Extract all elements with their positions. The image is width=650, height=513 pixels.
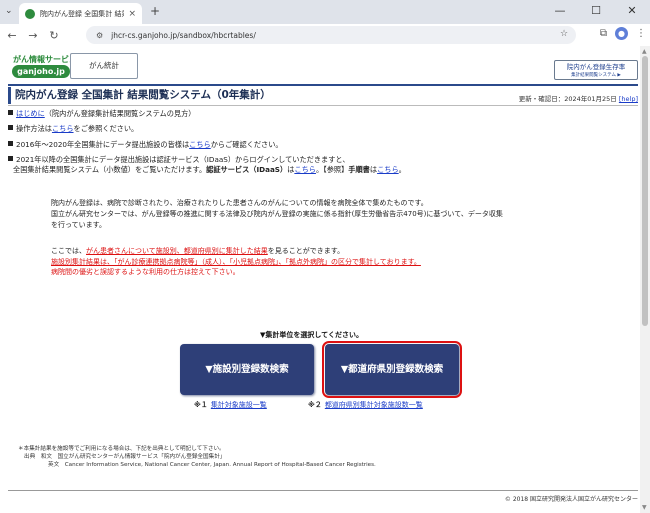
tab-search-icon[interactable]: ⌄ — [5, 6, 13, 16]
browser-toolbar: ← → ↻ ⚙ jhcr-cs.ganjoho.jp/sandbox/hbcrt… — [0, 24, 650, 46]
intro-line: 院内がん登録は、病院で診断されたり、治療されたりした患者さんのがんについての情報… — [51, 199, 428, 207]
back-icon[interactable]: ← — [3, 29, 21, 42]
bullet-text: をご参照ください。 — [73, 124, 139, 133]
note-number: ※２ — [308, 401, 322, 409]
copyright: © 2018 国立研究開発法人国立がん研究センター — [504, 496, 638, 503]
help-link[interactable]: [help] — [619, 95, 638, 103]
notice-text-part: ここでは、 — [51, 247, 86, 255]
bullet-text: 2016年～2020年全国集計にデータ提出施設の皆様は — [16, 140, 190, 149]
scroll-down-icon[interactable]: ▼ — [642, 504, 647, 511]
web-page: がん情報サービス ganjoho.jp がん統計 院内がん登録生存率 集計結果閲… — [0, 46, 650, 513]
note-number: ※１ — [194, 401, 208, 409]
operation-link[interactable]: こちら — [52, 124, 74, 133]
bullet-square-icon — [8, 125, 13, 130]
page-scrollbar[interactable]: ▲ ▼ — [640, 46, 650, 513]
prefecture-search-button[interactable]: ▼都道府県別登録数検索 — [322, 341, 462, 398]
bullet-2016-2020: 2016年～2020年全国集計にデータ提出施設の皆様はこちらからご確認ください。 — [8, 140, 283, 150]
bullet-text: （院内がん登録集計結果閲覧システムの見方） — [44, 109, 196, 118]
bullet-text: 。【参照】 — [315, 165, 349, 174]
intro-line: を行っています。 — [51, 221, 106, 229]
title-divider — [8, 105, 638, 106]
data-facility-link[interactable]: こちら — [189, 140, 211, 149]
bullet-text: 2021年以降の全国集計にデータ提出施設は認証サービス（IDaaS）からログイン… — [16, 155, 350, 164]
bullet-intro: はじめに（院内がん登録集計結果閲覧システムの見方） — [8, 109, 196, 119]
scrollbar-thumb[interactable] — [642, 56, 648, 326]
intro-line: 国立がん研究センターでは、がん登録等の推進に関する法律及び院内がん登録の実施に係… — [51, 210, 503, 218]
notice-text: ここでは、がん患者さんについて施設別、都道府県別に集計した結果を見ることができま… — [51, 246, 421, 278]
survival-rate-button-sublabel: 集計結果閲覧システム ▶ — [571, 73, 621, 78]
prefecture-list-link[interactable]: 都道府県別集計対象施設数一覧 — [325, 401, 423, 409]
site-logo-caption[interactable]: がん情報サービス — [13, 54, 77, 65]
bookmark-star-icon[interactable]: ☆ — [560, 29, 568, 39]
forward-icon[interactable]: → — [24, 29, 42, 42]
browser-tab[interactable]: 院内がん登録 全国集計 結果閲覧 × — [19, 3, 142, 24]
new-tab-button[interactable]: + — [150, 4, 160, 18]
menu-kebab-icon[interactable]: ⋮ — [636, 28, 646, 39]
update-date: 更新・確認日：2024年01月25日 [help] — [519, 93, 638, 103]
url-text: jhcr-cs.ganjoho.jp/sandbox/hbcrtables/ — [111, 30, 256, 40]
update-date-text: 更新・確認日：2024年01月25日 — [518, 95, 617, 103]
bullet-text: 操作方法は — [16, 124, 52, 133]
facility-list-link[interactable]: 集計対象施設一覧 — [211, 401, 267, 409]
citation-footnote: ＊本集計結果を施設等でご利用になる場合は、下記を出典として明記して下さい。 出典… — [18, 445, 376, 470]
facility-list-note: ※１ 集計対象施設一覧 — [194, 400, 267, 410]
favicon-icon — [25, 8, 35, 19]
manual-label: 手順書 — [348, 165, 370, 174]
profile-avatar-icon[interactable]: ● — [615, 27, 628, 40]
bullet-2021: 2021年以降の全国集計にデータ提出施設は認証サービス（IDaaS）からログイン… — [8, 155, 350, 165]
tab-close-icon[interactable]: × — [128, 9, 136, 19]
footnote-line: 出典 和文 国立がん研究センターがん情報サービス「院内がん登録全国集計」 — [24, 454, 226, 461]
header-divider — [8, 84, 638, 86]
footnote-line: ＊本集計結果を施設等でご利用になる場合は、下記を出典として明記して下さい。 — [18, 446, 225, 452]
prefecture-list-note: ※２ 都道府県別集計対象施設数一覧 — [308, 400, 423, 410]
window-controls: — ☐ ✕ — [542, 0, 650, 24]
address-bar[interactable]: ⚙ jhcr-cs.ganjoho.jp/sandbox/hbcrtables/ — [86, 26, 576, 44]
close-window-button[interactable]: ✕ — [614, 0, 650, 24]
bullet-operation: 操作方法はこちらをご参照ください。 — [8, 124, 138, 134]
intro-link[interactable]: はじめに — [16, 109, 45, 118]
bullet-square-icon — [8, 156, 13, 161]
site-logo[interactable]: ganjoho.jp — [12, 65, 70, 78]
bullet-text: からご確認ください。 — [210, 140, 283, 149]
cancer-statistics-button[interactable]: がん統計 — [70, 53, 138, 79]
bullet-text: 全国集計結果閲覧システム（小数値）をご覧いただけます。 — [13, 165, 207, 174]
footer-divider — [8, 490, 638, 491]
selection-caption: ▼集計単位を選択してください。 — [260, 331, 363, 339]
minimize-button[interactable]: — — [542, 0, 578, 24]
notice-text-part: を見ることができます。 — [267, 247, 345, 255]
notice-line: 病院間の優劣と誤認するような利用の仕方は控えて下さい。 — [51, 268, 240, 276]
extensions-icon[interactable]: ⧉ — [600, 28, 607, 39]
scroll-up-icon[interactable]: ▲ — [642, 48, 647, 55]
maximize-button[interactable]: ☐ — [578, 0, 614, 24]
survival-rate-system-button[interactable]: 院内がん登録生存率 集計結果閲覧システム ▶ — [554, 60, 638, 80]
site-info-icon[interactable]: ⚙ — [96, 31, 103, 40]
idaas-label: 認証サービス（IDaaS） — [206, 165, 288, 174]
bullet-text: 。 — [398, 165, 406, 174]
bullet-square-icon — [8, 141, 13, 146]
intro-text: 院内がん登録は、病院で診断されたり、治療されたりした患者さんのがんについての情報… — [51, 198, 503, 231]
browser-tab-bar: ⌄ 院内がん登録 全国集計 結果閲覧 × + — ☐ ✕ — [0, 0, 650, 24]
tab-title: 院内がん登録 全国集計 結果閲覧 — [40, 9, 124, 18]
page-content: がん情報サービス ganjoho.jp がん統計 院内がん登録生存率 集計結果閲… — [8, 46, 638, 513]
facility-search-button[interactable]: ▼施設別登録数検索 — [180, 344, 314, 395]
notice-emphasis: がん患者さんについて施設別、都道府県別に集計した結果 — [86, 247, 268, 255]
survival-rate-button-label: 院内がん登録生存率 — [566, 63, 626, 71]
notice-line: 施設別集計結果は、「がん診療連携拠点病院等」（成人）、「小児拠点病院」、「拠点外… — [51, 257, 421, 266]
bullet-square-icon — [8, 110, 13, 115]
reload-icon[interactable]: ↻ — [45, 29, 63, 42]
idaas-link[interactable]: こちら — [294, 165, 316, 174]
manual-link[interactable]: こちら — [377, 165, 399, 174]
footnote-line: 英文 Cancer Information Service, National … — [48, 462, 376, 469]
notice-line: ここでは、がん患者さんについて施設別、都道府県別に集計した結果を見ることができま… — [51, 246, 421, 257]
bullet-2021-line2: 全国集計結果閲覧システム（小数値）をご覧いただけます。認証サービス（IDaaS）… — [13, 165, 406, 175]
bullet-text: は — [369, 165, 378, 174]
